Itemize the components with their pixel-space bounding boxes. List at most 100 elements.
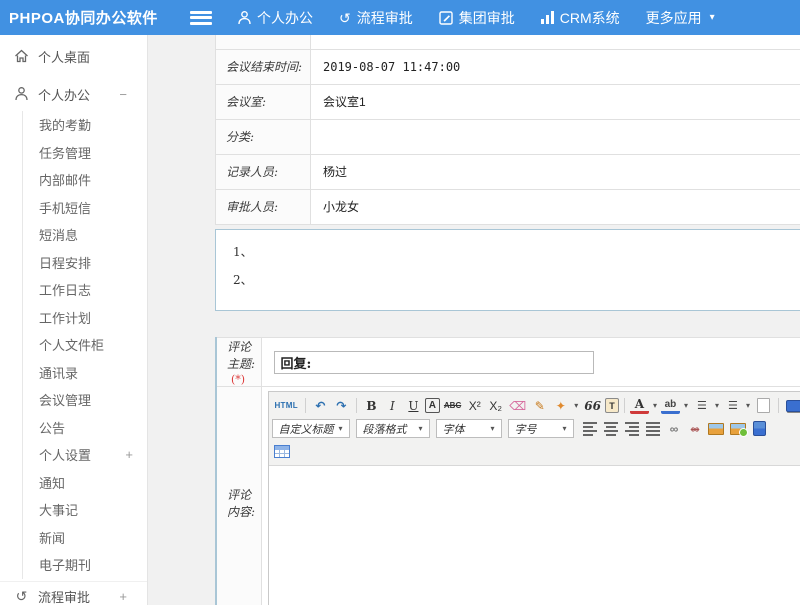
- sidebar-item-work-log[interactable]: 工作日志: [39, 276, 147, 304]
- paragraph-format-dropdown[interactable]: 段落格式 ▾: [356, 419, 430, 438]
- field-label-comment-subject: 评论主题:(*): [216, 338, 262, 387]
- remove-format-icon[interactable]: ⌫: [507, 396, 528, 415]
- sidebar-item-label: 手机短信: [39, 198, 91, 217]
- sidebar-group-personal-office[interactable]: 个人办公 −: [0, 77, 147, 111]
- remove-link-icon[interactable]: ∞: [685, 419, 704, 438]
- field-label-comment-content: 评论内容:: [216, 387, 262, 605]
- comment-subject-input[interactable]: [274, 351, 594, 374]
- align-left-button[interactable]: [580, 419, 599, 438]
- sidebar-item-contacts[interactable]: 通讯录: [39, 359, 147, 387]
- format-painter-icon[interactable]: ✎: [530, 396, 549, 415]
- font-style-button[interactable]: A: [425, 398, 440, 413]
- insert-table-icon[interactable]: [272, 442, 292, 461]
- quick-format-icon[interactable]: ✦: [551, 396, 570, 415]
- superscript-button[interactable]: X²: [465, 396, 484, 415]
- editor-content-area[interactable]: [269, 466, 800, 605]
- unordered-list-button[interactable]: ☰: [723, 396, 742, 415]
- caret-down-icon: ▾: [490, 424, 498, 433]
- underline-button[interactable]: U: [404, 396, 423, 415]
- sidebar-item-short-message[interactable]: 短消息: [39, 221, 147, 249]
- insert-media-icon[interactable]: [750, 419, 769, 438]
- comment-subject-cell: [262, 338, 800, 387]
- insert-image-icon[interactable]: [706, 419, 726, 438]
- caret-down-icon[interactable]: ▾: [682, 396, 690, 415]
- collapse-icon[interactable]: −: [119, 87, 127, 102]
- expand-icon[interactable]: +: [125, 447, 133, 462]
- caret-down-icon[interactable]: ▾: [744, 396, 752, 415]
- sidebar-item-task-management[interactable]: 任务管理: [39, 139, 147, 167]
- align-justify-button[interactable]: [643, 419, 662, 438]
- content-line: 2、: [233, 271, 800, 299]
- sidebar-item-e-journal[interactable]: 电子期刊: [39, 551, 147, 579]
- nav-crm-system[interactable]: CRM系统: [541, 8, 620, 28]
- sidebar-item-major-events[interactable]: 大事记: [39, 496, 147, 524]
- sidebar-item-internal-mail[interactable]: 内部邮件: [39, 166, 147, 194]
- redo-icon[interactable]: ↷: [332, 396, 351, 415]
- font-family-dropdown[interactable]: 字体 ▾: [436, 419, 502, 438]
- caret-down-icon[interactable]: ▾: [572, 396, 580, 415]
- nav-group-approval[interactable]: 集团审批: [439, 8, 515, 28]
- fullscreen-icon[interactable]: [784, 396, 800, 415]
- italic-button[interactable]: I: [383, 396, 402, 415]
- editor-toolbar: HTML ↶ ↷ B I U A ABC X²: [269, 392, 800, 466]
- sidebar-item-personal-settings[interactable]: 个人设置 +: [39, 441, 147, 469]
- font-color-button[interactable]: A: [630, 398, 649, 414]
- field-value-meeting-end-time: 2019-08-07 11:47:00: [311, 49, 800, 84]
- hamburger-menu-icon[interactable]: [190, 11, 212, 25]
- nav-workflow-approval[interactable]: ↺ 流程审批: [339, 8, 413, 28]
- field-label-recorder: 记录人员:: [216, 154, 311, 189]
- sidebar-item-schedule[interactable]: 日程安排: [39, 249, 147, 277]
- table-row: 会议室: 会议室1: [216, 84, 800, 119]
- sidebar-item-label: 工作日志: [39, 280, 91, 299]
- sidebar-item-notice[interactable]: 通知: [39, 469, 147, 497]
- sidebar-item-announcement[interactable]: 公告: [39, 414, 147, 442]
- strikethrough-button[interactable]: ABC: [442, 396, 463, 415]
- caret-down-icon[interactable]: ▾: [651, 396, 659, 415]
- nav-more-apps[interactable]: 更多应用 ▾: [646, 8, 715, 28]
- insert-link-icon[interactable]: ∞: [664, 419, 683, 438]
- align-right-button[interactable]: [622, 419, 641, 438]
- sidebar-item-label: 通讯录: [39, 363, 78, 382]
- field-value-recorder: 杨过: [311, 154, 800, 189]
- sidebar-item-label: 电子期刊: [39, 555, 91, 574]
- table-row: 分类:: [216, 119, 800, 154]
- sidebar-item-label: 日程安排: [39, 253, 91, 272]
- sidebar-item-personal-files[interactable]: 个人文件柜: [39, 331, 147, 359]
- highlight-color-button[interactable]: ab: [661, 398, 680, 414]
- sidebar-item-meeting-management[interactable]: 会议管理: [39, 386, 147, 414]
- toolbar-separator: [778, 398, 779, 413]
- dropdown-value: 字体: [442, 421, 464, 437]
- meeting-content-box: 1、 2、: [215, 229, 800, 311]
- nav-label: CRM系统: [560, 8, 620, 28]
- sidebar-item-news[interactable]: 新闻: [39, 524, 147, 552]
- rich-text-editor: HTML ↶ ↷ B I U A ABC X²: [268, 391, 800, 605]
- expand-icon[interactable]: +: [119, 589, 127, 604]
- bold-button[interactable]: B: [362, 396, 381, 415]
- ordered-list-button[interactable]: ☰: [692, 396, 711, 415]
- edit-icon: [439, 11, 453, 25]
- upload-image-icon[interactable]: [728, 419, 748, 438]
- font-size-dropdown[interactable]: 字号 ▾: [508, 419, 574, 438]
- html-source-button[interactable]: HTML: [272, 396, 299, 415]
- blockquote-button[interactable]: 66: [582, 396, 603, 415]
- nav-label: 更多应用: [646, 8, 702, 28]
- person-icon: [238, 11, 251, 25]
- table-row-partial: [216, 35, 800, 49]
- new-page-icon[interactable]: [754, 396, 773, 415]
- undo-icon[interactable]: ↶: [311, 396, 330, 415]
- sidebar-group-workflow-approval[interactable]: ↺ 流程审批 +: [0, 581, 147, 605]
- dropdown-value: 段落格式: [362, 421, 406, 437]
- subscript-button[interactable]: X₂: [486, 396, 505, 415]
- sidebar-item-label: 个人文件柜: [39, 335, 104, 354]
- person-icon: [14, 87, 29, 101]
- sidebar-item-work-plan[interactable]: 工作计划: [39, 304, 147, 332]
- sidebar-item-mobile-sms[interactable]: 手机短信: [39, 194, 147, 222]
- sidebar-item-personal-desktop[interactable]: 个人桌面: [0, 35, 147, 77]
- sidebar-item-my-attendance[interactable]: 我的考勤: [39, 111, 147, 139]
- paste-as-text-icon[interactable]: T: [605, 398, 619, 413]
- toolbar-row-1: HTML ↶ ↷ B I U A ABC X²: [272, 394, 800, 417]
- nav-personal-office[interactable]: 个人办公: [238, 8, 313, 28]
- caret-down-icon[interactable]: ▾: [713, 396, 721, 415]
- heading-dropdown[interactable]: 自定义标题 ▾: [272, 419, 350, 438]
- align-center-button[interactable]: [601, 419, 620, 438]
